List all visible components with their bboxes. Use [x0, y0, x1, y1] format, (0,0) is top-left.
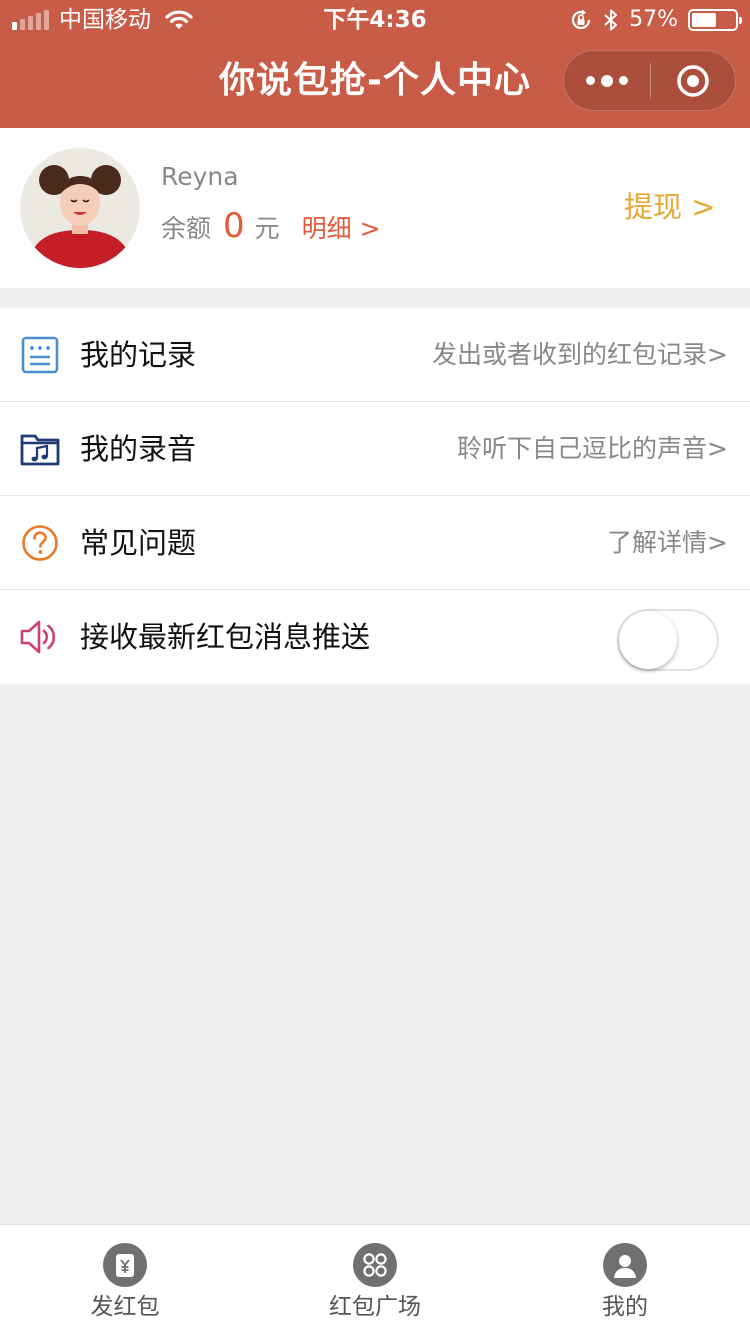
tab-label: 发红包 [90, 1294, 160, 1320]
balance-unit: 元 [254, 214, 280, 243]
mini-program-capsule [563, 50, 736, 111]
tab-red-packet-plaza[interactable]: 红包广场 [250, 1225, 500, 1334]
status-bar: 中国移动 下午4:36 57% [0, 0, 750, 40]
menu-item-hint: 聆听下自己逗比的声音> [457, 434, 728, 463]
balance-value: 0 [223, 206, 245, 246]
more-icon [586, 76, 595, 85]
menu-list: 我的记录 发出或者收到的红包记录> 我的录音 聆听下自己逗比的声音> 常见问题 … [0, 308, 750, 684]
tab-bar: 发红包 红包广场 我的 [0, 1224, 750, 1334]
menu-item-title: 接收最新红包消息推送 [80, 620, 371, 654]
speaker-icon [19, 616, 61, 658]
battery-percent: 57% [629, 7, 678, 32]
tab-label: 红包广场 [329, 1294, 421, 1320]
record-list-icon [19, 334, 61, 376]
toggle-knob [619, 611, 677, 669]
menu-item-hint: 发出或者收到的红包记录> [432, 340, 728, 369]
menu-item-faq[interactable]: 常见问题 了解详情> [0, 496, 750, 590]
push-notification-toggle[interactable] [617, 609, 719, 671]
app-header: 中国移动 下午4:36 57% 你说包抢-个人中心 [0, 0, 750, 128]
tab-send-red-packet[interactable]: 发红包 [0, 1225, 250, 1334]
balance-detail-link[interactable]: 明细 > [302, 209, 381, 245]
menu-item-records[interactable]: 我的记录 发出或者收到的红包记录> [0, 308, 750, 402]
menu-item-hint: 了解详情> [607, 528, 728, 557]
withdraw-link[interactable]: 提现 > [624, 189, 716, 225]
menu-item-title: 我的记录 [80, 338, 197, 372]
username: Reyna [161, 162, 239, 191]
menu-item-push-notifications: 接收最新红包消息推送 [0, 590, 750, 684]
tab-mine[interactable]: 我的 [500, 1225, 750, 1334]
status-right: 57% [569, 7, 742, 33]
battery-icon [688, 9, 742, 31]
avatar-image [20, 148, 140, 268]
balance-row: 余额 0 元 明细 > [161, 206, 381, 246]
avatar[interactable] [20, 148, 140, 268]
rotation-lock-icon [572, 9, 591, 30]
more-button[interactable] [564, 51, 650, 110]
user-icon [603, 1243, 647, 1287]
balance-label: 余额 [161, 214, 212, 243]
profile-card: Reyna 余额 0 元 明细 > 提现 > [0, 128, 750, 288]
question-icon [19, 522, 61, 564]
yen-bag-icon [103, 1243, 147, 1287]
close-target-icon [677, 64, 709, 97]
four-dots-icon [353, 1243, 397, 1287]
menu-item-recordings[interactable]: 我的录音 聆听下自己逗比的声音> [0, 402, 750, 496]
music-folder-icon [19, 428, 61, 470]
bluetooth-icon [604, 9, 618, 31]
menu-item-title: 常见问题 [80, 526, 197, 560]
menu-item-title: 我的录音 [80, 432, 197, 466]
tab-label: 我的 [602, 1294, 648, 1320]
close-button[interactable] [651, 51, 735, 110]
